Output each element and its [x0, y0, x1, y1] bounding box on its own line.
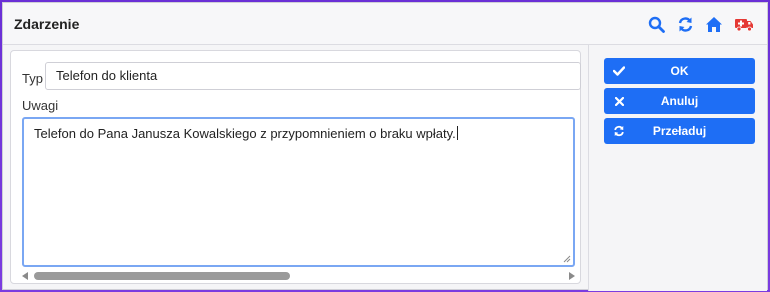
cancel-label: Anuluj [660, 94, 699, 108]
dialog-title: Zdarzenie [14, 16, 80, 32]
form-area: Typ Telefon do klienta Uwagi Telefon do … [3, 45, 587, 291]
scrollbar-thumb[interactable] [34, 272, 290, 280]
text-caret [456, 126, 458, 140]
scroll-left-arrow[interactable] [22, 272, 28, 280]
action-sidebar: OK Anuluj Przeładuj [588, 45, 767, 291]
typ-label: Typ [22, 71, 43, 86]
uwagi-label: Uwagi [22, 98, 59, 113]
form-panel: Typ Telefon do klienta Uwagi Telefon do … [10, 50, 581, 284]
home-icon[interactable] [704, 14, 724, 34]
horizontal-scrollbar[interactable] [22, 270, 575, 282]
search-icon[interactable] [646, 14, 666, 34]
reload-label: Przeładuj [652, 124, 707, 138]
reload-button[interactable]: Przeładuj [604, 118, 755, 144]
uwagi-textarea[interactable]: Telefon do Pana Janusza Kowalskiego z pr… [22, 117, 575, 267]
ambulance-icon[interactable] [734, 14, 754, 34]
resize-handle[interactable] [563, 255, 571, 263]
uwagi-text: Telefon do Pana Janusza Kowalskiego z pr… [34, 126, 456, 141]
ok-label: OK [670, 64, 689, 78]
title-bar: Zdarzenie [3, 3, 767, 45]
event-dialog: Zdarzenie Typ Telefon do klienta Uwagi T… [2, 2, 768, 291]
ok-button[interactable]: OK [604, 58, 755, 84]
scroll-right-arrow[interactable] [569, 272, 575, 280]
cancel-button[interactable]: Anuluj [604, 88, 755, 114]
refresh-icon[interactable] [675, 14, 695, 34]
typ-field[interactable]: Telefon do klienta [45, 62, 581, 90]
